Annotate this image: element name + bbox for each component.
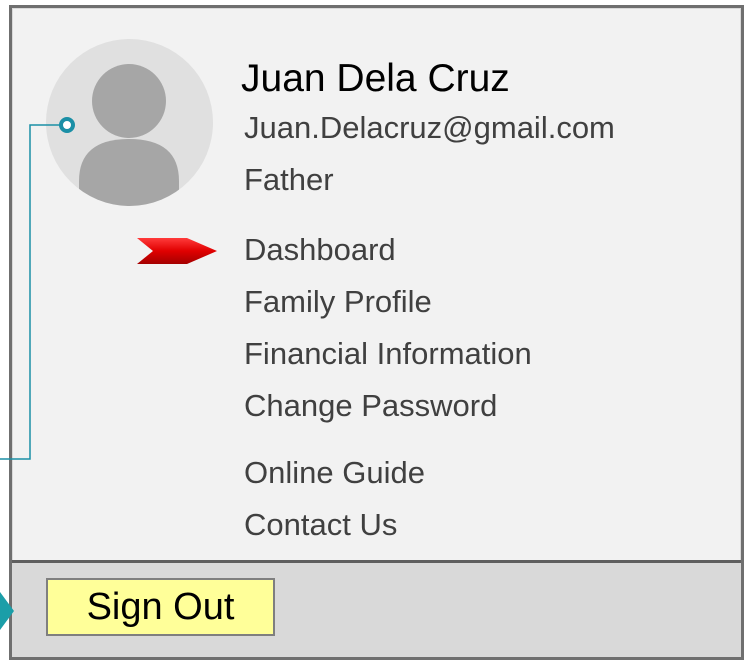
- profile-name: Juan Dela Cruz: [241, 57, 510, 100]
- avatar: [46, 39, 213, 206]
- user-silhouette-icon: [79, 64, 179, 206]
- footer-bar: Sign Out: [12, 560, 741, 657]
- profile-role: Father: [244, 162, 334, 197]
- profile-email: Juan.Delacruz@gmail.com: [244, 110, 615, 145]
- menu-item-family-profile[interactable]: Family Profile: [244, 282, 432, 322]
- red-arrow-icon: [137, 238, 217, 264]
- menu-item-online-guide[interactable]: Online Guide: [244, 453, 425, 493]
- profile-menu-panel: Juan Dela Cruz Juan.Delacruz@gmail.com F…: [9, 5, 744, 660]
- menu-item-financial-information[interactable]: Financial Information: [244, 334, 532, 374]
- menu-item-change-password[interactable]: Change Password: [244, 386, 497, 426]
- sign-out-button[interactable]: Sign Out: [46, 578, 275, 636]
- menu-item-dashboard[interactable]: Dashboard: [244, 230, 396, 270]
- menu-item-contact-us[interactable]: Contact Us: [244, 505, 397, 545]
